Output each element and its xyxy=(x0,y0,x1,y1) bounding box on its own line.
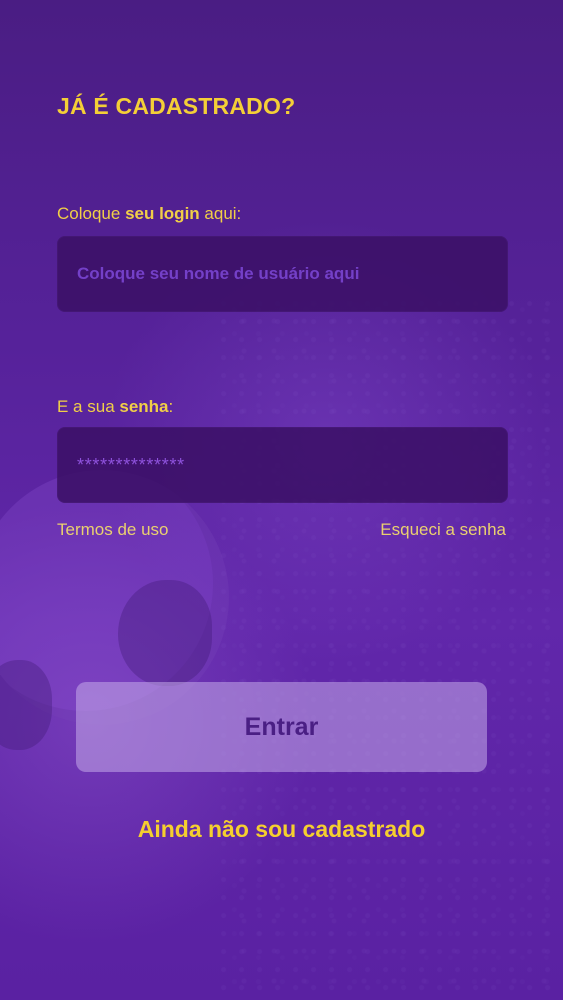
terms-link[interactable]: Termos de uso xyxy=(57,519,169,541)
username-label-prefix: Coloque xyxy=(57,204,126,223)
password-field[interactable] xyxy=(57,427,508,503)
forgot-password-link[interactable]: Esqueci a senha xyxy=(380,519,506,541)
password-input[interactable] xyxy=(57,427,508,503)
username-field[interactable] xyxy=(57,236,508,312)
background-grass-texture xyxy=(220,300,563,1000)
username-label-emphasis: seu login xyxy=(125,204,200,223)
password-label-suffix: : xyxy=(168,397,174,416)
enter-button[interactable]: Entrar xyxy=(76,682,487,772)
soccer-ball-panel-icon xyxy=(0,660,52,750)
username-input[interactable] xyxy=(57,236,508,312)
login-screen: JÁ É CADASTRADO? Coloque seu login aqui:… xyxy=(0,0,563,1000)
soccer-ball-panel-icon xyxy=(118,580,212,686)
password-label-emphasis: senha xyxy=(119,397,169,416)
signup-link[interactable]: Ainda não sou cadastrado xyxy=(0,815,563,843)
password-label-prefix: E a sua xyxy=(57,397,120,416)
username-label: Coloque seu login aqui: xyxy=(57,203,241,225)
page-title: JÁ É CADASTRADO? xyxy=(57,93,296,119)
password-label: E a sua senha: xyxy=(57,396,173,418)
username-label-suffix: aqui: xyxy=(199,204,242,223)
